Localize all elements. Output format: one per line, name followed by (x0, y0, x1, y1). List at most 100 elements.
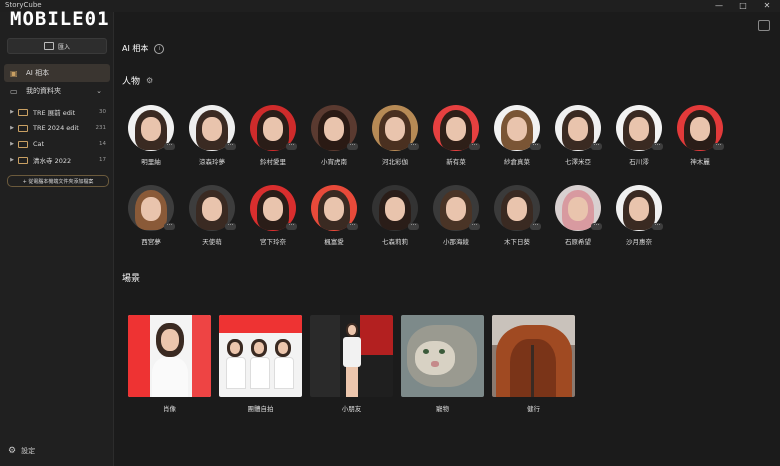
more-options-icon[interactable]: ··· (408, 143, 419, 150)
person-card[interactable]: ··· 神木麗 (672, 105, 728, 166)
nav-ai-album[interactable]: ▣ AI 相本 (4, 64, 110, 82)
more-options-icon[interactable]: ··· (591, 223, 602, 230)
gear-icon: ⚙ (8, 446, 17, 456)
person-card[interactable]: ··· 明里紬 (123, 105, 179, 166)
main-content: AI 相本 i 人物 ⚙ ··· 明里紬 ··· 涼森玲夢 ··· 鈴村愛里 ··· 小宵虎南… (114, 12, 780, 466)
person-card[interactable]: ··· 新有菜 (428, 105, 484, 166)
folder-name: Cat (33, 140, 45, 148)
person-card[interactable]: ··· 河北彩伽 (367, 105, 423, 166)
person-card[interactable]: ··· 沙月惠奈 (611, 185, 667, 246)
thumb-shape (346, 367, 358, 397)
folder-item[interactable]: ▶ TRE 展前 edit 30 (0, 105, 113, 119)
settings-button[interactable]: ⚙ 設定 (8, 446, 35, 456)
view-toggle-icon[interactable] (758, 20, 770, 31)
maximize-button[interactable]: □ (732, 0, 754, 12)
more-options-icon[interactable]: ··· (286, 223, 297, 230)
chevron-down-icon[interactable]: ⌄ (96, 87, 102, 95)
logo: MOBILE01 (10, 8, 110, 30)
scene-thumbnail[interactable] (219, 315, 302, 397)
more-options-icon[interactable]: ··· (469, 223, 480, 230)
import-label: 匯入 (57, 43, 70, 51)
folder-item[interactable]: ▶ Cat 14 (0, 137, 113, 151)
face-shape (446, 117, 466, 141)
scene-card[interactable]: 團體自拍 (219, 315, 302, 413)
more-options-icon[interactable]: ··· (713, 143, 724, 150)
gear-icon[interactable]: ⚙ (146, 76, 153, 85)
more-options-icon[interactable]: ··· (286, 143, 297, 150)
more-options-icon[interactable]: ··· (469, 143, 480, 150)
scene-card[interactable]: 健行 (492, 315, 575, 413)
scene-card[interactable]: 小朋友 (310, 315, 393, 413)
nav-my-folders[interactable]: ▭ 我的資料夾 ⌄ (4, 82, 110, 100)
person-card[interactable]: ··· 涼森玲夢 (184, 105, 240, 166)
thumb-shape (230, 342, 240, 354)
thumb-shape (310, 315, 340, 397)
person-name: 沙月惠奈 (626, 238, 652, 246)
more-options-icon[interactable]: ··· (530, 223, 541, 230)
person-card[interactable]: ··· 木下日葵 (489, 185, 545, 246)
scene-thumbnail[interactable] (492, 315, 575, 397)
more-options-icon[interactable]: ··· (164, 223, 175, 230)
more-options-icon[interactable]: ··· (225, 223, 236, 230)
person-name: 河北彩伽 (382, 158, 408, 166)
thumb-shape (343, 337, 361, 367)
person-name: 石川澪 (629, 158, 649, 166)
person-card[interactable]: ··· 七澤米亞 (550, 105, 606, 166)
folder-item[interactable]: ▶ 清水寺 2022 17 (0, 153, 113, 167)
minimize-button[interactable]: — (708, 0, 730, 12)
person-card[interactable]: ··· 小那海綾 (428, 185, 484, 246)
close-button[interactable]: ✕ (756, 0, 778, 12)
person-name: 西宮夢 (141, 238, 161, 246)
person-name: 七森莉莉 (382, 238, 408, 246)
more-options-icon[interactable]: ··· (530, 143, 541, 150)
more-options-icon[interactable]: ··· (652, 143, 663, 150)
more-options-icon[interactable]: ··· (408, 223, 419, 230)
person-card[interactable]: ··· 紗倉真菜 (489, 105, 545, 166)
scene-thumbnail[interactable] (128, 315, 211, 397)
more-options-icon[interactable]: ··· (347, 223, 358, 230)
more-options-icon[interactable]: ··· (591, 143, 602, 150)
expand-arrow-icon[interactable]: ▶ (6, 125, 18, 131)
thumb-shape (152, 357, 188, 397)
thumb-shape (360, 315, 393, 355)
scene-name: 健行 (527, 405, 540, 413)
face-shape (507, 117, 527, 141)
thumb-shape (192, 315, 211, 397)
scene-name: 寵物 (436, 405, 449, 413)
nav-ai-album-label: AI 相本 (26, 69, 50, 77)
scene-thumbnail[interactable] (310, 315, 393, 397)
face-shape (263, 197, 283, 221)
import-button[interactable]: 匯入 (7, 38, 107, 54)
scene-name: 小朋友 (341, 405, 362, 413)
person-card[interactable]: ··· 石原希望 (550, 185, 606, 246)
more-options-icon[interactable]: ··· (347, 143, 358, 150)
person-card[interactable]: ··· 楓富愛 (306, 185, 362, 246)
scene-thumbnail[interactable] (401, 315, 484, 397)
person-card[interactable]: ··· 鈴村愛里 (245, 105, 301, 166)
person-card[interactable]: ··· 小宵虎南 (306, 105, 362, 166)
scene-card[interactable]: 寵物 (401, 315, 484, 413)
scene-card[interactable]: 肖像 (128, 315, 211, 413)
folder-icon (18, 140, 28, 148)
folder-item[interactable]: ▶ TRE 2024 edit 231 (0, 121, 113, 135)
more-options-icon[interactable]: ··· (652, 223, 663, 230)
expand-arrow-icon[interactable]: ▶ (6, 109, 18, 115)
person-card[interactable]: ··· 西宮夢 (123, 185, 179, 246)
folder-count: 231 (95, 125, 107, 131)
add-folder-button[interactable]: + 從電腦本機端文件夾添加檔案 (7, 175, 109, 187)
person-card[interactable]: ··· 天使萌 (184, 185, 240, 246)
person-name: 涼森玲夢 (199, 158, 225, 166)
person-card[interactable]: ··· 七森莉莉 (367, 185, 423, 246)
person-card[interactable]: ··· 石川澪 (611, 105, 667, 166)
expand-arrow-icon[interactable]: ▶ (6, 141, 18, 147)
thumb-shape (274, 357, 294, 389)
person-name: 紗倉真菜 (504, 158, 530, 166)
person-card[interactable]: ··· 宮下玲奈 (245, 185, 301, 246)
face-shape (141, 197, 161, 221)
more-options-icon[interactable]: ··· (225, 143, 236, 150)
info-icon[interactable]: i (154, 43, 165, 54)
more-options-icon[interactable]: ··· (164, 143, 175, 150)
expand-arrow-icon[interactable]: ▶ (6, 157, 18, 163)
thumb-shape (250, 357, 270, 389)
person-name: 宮下玲奈 (260, 238, 286, 246)
